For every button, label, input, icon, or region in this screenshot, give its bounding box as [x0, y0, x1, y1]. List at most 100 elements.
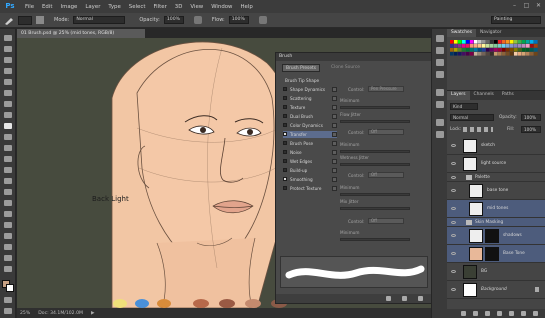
checkbox[interactable]	[283, 123, 287, 127]
checkbox[interactable]	[283, 186, 287, 190]
color-swatch[interactable]	[534, 52, 538, 56]
tab-swatches[interactable]: Swatches	[447, 29, 476, 37]
lock-icon[interactable]	[332, 168, 337, 173]
visibility-eye-icon[interactable]	[451, 189, 456, 192]
crop-tool-icon[interactable]	[4, 79, 12, 85]
quick-mask-icon[interactable]	[4, 297, 12, 303]
color-swatch[interactable]	[514, 44, 518, 48]
checkbox[interactable]	[283, 87, 287, 91]
fill-field[interactable]: 100%	[521, 126, 541, 133]
quick-select-tool-icon[interactable]	[4, 68, 12, 74]
new-layer-icon[interactable]	[521, 311, 526, 316]
color-swatch[interactable]	[506, 48, 510, 52]
blur-tool-icon[interactable]	[4, 178, 12, 184]
menu-select[interactable]: Select	[125, 4, 150, 10]
color-swatch[interactable]	[470, 48, 474, 52]
new-group-icon[interactable]	[509, 311, 514, 316]
visibility-eye-icon[interactable]	[451, 270, 456, 273]
color-swatch[interactable]	[482, 44, 486, 48]
color-swatch[interactable]	[498, 44, 502, 48]
color-swatch[interactable]	[526, 44, 530, 48]
blend-mode-select[interactable]: Normal	[450, 114, 494, 121]
color-swatch[interactable]	[510, 52, 514, 56]
dodge-tool-icon[interactable]	[4, 189, 12, 195]
control-select-4[interactable]: Off	[368, 218, 404, 224]
color-swatch[interactable]	[514, 52, 518, 56]
color-swatch[interactable]	[490, 44, 494, 48]
add-mask-icon[interactable]	[485, 311, 490, 316]
panel-menu-icon[interactable]	[418, 296, 423, 301]
close-icon[interactable]: ✕	[534, 1, 543, 10]
control-select-3[interactable]: Off	[368, 172, 404, 178]
color-swatch[interactable]	[462, 44, 466, 48]
checkbox-checked[interactable]	[283, 132, 287, 136]
color-swatch[interactable]	[474, 40, 478, 44]
brush-size-picker[interactable]	[18, 15, 32, 25]
lock-icon[interactable]	[332, 87, 337, 92]
color-swatch[interactable]	[498, 40, 502, 44]
checkbox[interactable]	[283, 159, 287, 163]
color-swatch[interactable]	[506, 44, 510, 48]
adjustment-layer-icon[interactable]	[497, 311, 502, 316]
color-swatch[interactable]	[454, 44, 458, 48]
color-swatch[interactable]	[462, 52, 466, 56]
eraser-tool-icon[interactable]	[4, 156, 12, 162]
color-swatch[interactable]	[482, 48, 486, 52]
color-swatch[interactable]	[494, 40, 498, 44]
checkbox-checked[interactable]	[283, 177, 287, 181]
marquee-tool-icon[interactable]	[4, 46, 12, 52]
color-swatch[interactable]	[462, 48, 466, 52]
color-swatch[interactable]	[510, 48, 514, 52]
color-swatch[interactable]	[518, 52, 522, 56]
history-brush-tool-icon[interactable]	[4, 145, 12, 151]
lock-icon[interactable]	[332, 150, 337, 155]
layer-group-row[interactable]: Palette	[447, 173, 545, 182]
checkbox[interactable]	[283, 105, 287, 109]
menu-3d[interactable]: 3D	[171, 4, 187, 10]
color-swatch[interactable]	[530, 40, 534, 44]
brush-option-scattering[interactable]: Scattering	[283, 95, 337, 102]
menu-file[interactable]: File	[21, 4, 38, 10]
maximize-icon[interactable]: □	[522, 1, 531, 10]
brush-panel-icon[interactable]	[436, 47, 444, 54]
color-swatch[interactable]	[470, 40, 474, 44]
lock-icons[interactable]	[463, 127, 493, 132]
tab-channels[interactable]: Channels	[470, 91, 498, 100]
color-swatch[interactable]	[530, 44, 534, 48]
history-panel-icon[interactable]	[436, 35, 444, 42]
layer-row[interactable]: shadows	[447, 227, 545, 245]
lock-icon[interactable]	[332, 159, 337, 164]
clone-source-tab[interactable]: Clone Source	[328, 64, 363, 72]
checkbox[interactable]	[283, 168, 287, 172]
tab-paths[interactable]: Paths	[498, 91, 518, 100]
brush-option-build-up[interactable]: Build-up	[283, 167, 337, 174]
layer-row[interactable]: BG	[447, 263, 545, 281]
color-swatch[interactable]	[486, 40, 490, 44]
menu-layer[interactable]: Layer	[81, 4, 104, 10]
layer-row[interactable]: sketch	[447, 137, 545, 155]
lock-icon[interactable]	[332, 186, 337, 191]
color-swatch[interactable]	[458, 52, 462, 56]
color-swatch[interactable]	[526, 40, 530, 44]
color-swatch[interactable]	[474, 48, 478, 52]
brush-panel-toggle-icon[interactable]	[36, 16, 44, 24]
brush-option-protect-texture[interactable]: Protect Texture	[283, 185, 337, 192]
menu-window[interactable]: Window	[207, 4, 236, 10]
color-swatch[interactable]	[466, 40, 470, 44]
menu-filter[interactable]: Filter	[149, 4, 170, 10]
visibility-eye-icon[interactable]	[451, 220, 456, 224]
color-swatch[interactable]	[522, 48, 526, 52]
color-swatch[interactable]	[502, 44, 506, 48]
color-swatch[interactable]	[494, 48, 498, 52]
color-swatch[interactable]	[534, 44, 538, 48]
document-tab[interactable]: 01 Brush.psd @ 25% (mid tones, RGB/8)	[17, 29, 145, 38]
brush-option-dual-brush[interactable]: Dual Brush	[283, 113, 337, 120]
checkbox[interactable]	[283, 150, 287, 154]
visibility-eye-icon[interactable]	[451, 207, 456, 210]
color-swatch[interactable]	[518, 40, 522, 44]
gradient-tool-icon[interactable]	[4, 167, 12, 173]
3d-tool-icon[interactable]	[4, 244, 12, 250]
minimum-slider-2[interactable]	[340, 150, 410, 153]
lock-icon[interactable]	[332, 105, 337, 110]
flow-jitter-slider[interactable]	[340, 120, 410, 123]
